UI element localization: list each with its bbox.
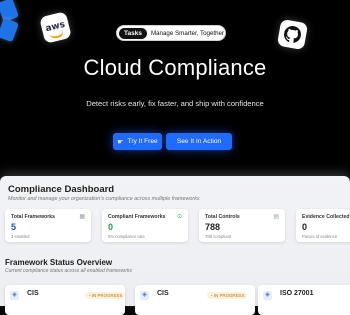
- hero-section: aws Tasks Manage Smarter, Together → Clo…: [0, 0, 350, 182]
- see-in-action-button[interactable]: See It In Action: [166, 133, 232, 150]
- grid-icon: ▦: [79, 214, 85, 220]
- page-title: Cloud Compliance: [83, 55, 267, 80]
- integration-logo-right-icon: [0, 17, 19, 43]
- framework-shield-icon: ◈: [10, 291, 19, 300]
- framework-name: CIS: [27, 290, 39, 297]
- stat-card-value: 5: [11, 222, 17, 232]
- see-in-action-label: See It In Action: [176, 138, 222, 145]
- framework-name: ISO 27001: [280, 290, 314, 297]
- stat-card-label: Total Frameworks: [11, 214, 56, 220]
- stat-card-label: Total Controls: [205, 214, 240, 220]
- announcement-pill[interactable]: Tasks Manage Smarter, Together →: [116, 25, 234, 41]
- list-icon: ▤: [273, 214, 279, 220]
- arrow-right-icon: →: [227, 29, 235, 37]
- framework-name: CIS: [157, 290, 169, 297]
- stat-card-total-frameworks: Total Frameworks ▦ 5 3 enabled: [5, 209, 91, 242]
- stat-card-value: 0: [108, 222, 114, 232]
- stat-card-note: Pieces of evidence: [302, 234, 338, 239]
- framework-status-title: Framework Status Overview: [5, 258, 113, 267]
- framework-shield-icon: ◈: [140, 291, 149, 300]
- check-icon: ⊙: [176, 214, 182, 220]
- dashboard-subtitle: Monitor and manage your organization's c…: [8, 196, 200, 202]
- try-free-label: Try It Free: [127, 138, 158, 145]
- stat-card-note: 0% compliance rate: [108, 234, 145, 239]
- try-free-button[interactable]: ☛ Try It Free: [113, 133, 162, 150]
- github-logo-icon: [276, 18, 309, 51]
- dashboard-title: Compliance Dashboard: [8, 184, 115, 195]
- stat-card-value: 0: [302, 222, 308, 232]
- framework-shield-icon: ◈: [263, 291, 272, 300]
- stat-card-note: 788 compliant: [205, 234, 232, 239]
- page-subtitle: Detect risks early, fix faster, and ship…: [86, 99, 264, 108]
- stat-card-evidence-collected: Evidence Collected 0 Pieces of evidence: [296, 209, 350, 242]
- dashboard-preview: Compliance Dashboard Monitor and manage …: [0, 176, 350, 315]
- stat-card-label: Compliant Frameworks: [108, 214, 166, 220]
- pill-text: Manage Smarter, Together: [150, 29, 225, 37]
- framework-status-subtitle: Current compliance status across all ena…: [5, 268, 132, 274]
- framework-card-iso-27001[interactable]: ◈ ISO 27001: [258, 285, 350, 315]
- framework-card-cis-1[interactable]: ◈ CIS ◔ IN PROGRESS: [5, 285, 126, 315]
- stat-card-label: Evidence Collected: [302, 214, 350, 220]
- status-badge: ◔ IN PROGRESS: [207, 292, 248, 299]
- hand-icon: ☛: [117, 138, 124, 146]
- stat-card-value: 788: [205, 222, 221, 232]
- status-badge: ◔ IN PROGRESS: [85, 292, 126, 299]
- stat-card-note: 3 enabled: [11, 234, 30, 239]
- stat-card-total-controls: Total Controls ▤ 788 788 compliant: [199, 209, 285, 242]
- framework-card-cis-2[interactable]: ◈ CIS ◔ IN PROGRESS: [135, 285, 255, 315]
- aws-logo-icon: aws: [39, 11, 72, 44]
- pill-tag: Tasks: [119, 27, 147, 39]
- stat-card-compliant-frameworks: Compliant Frameworks ⊙ 0 0% compliance r…: [102, 209, 188, 242]
